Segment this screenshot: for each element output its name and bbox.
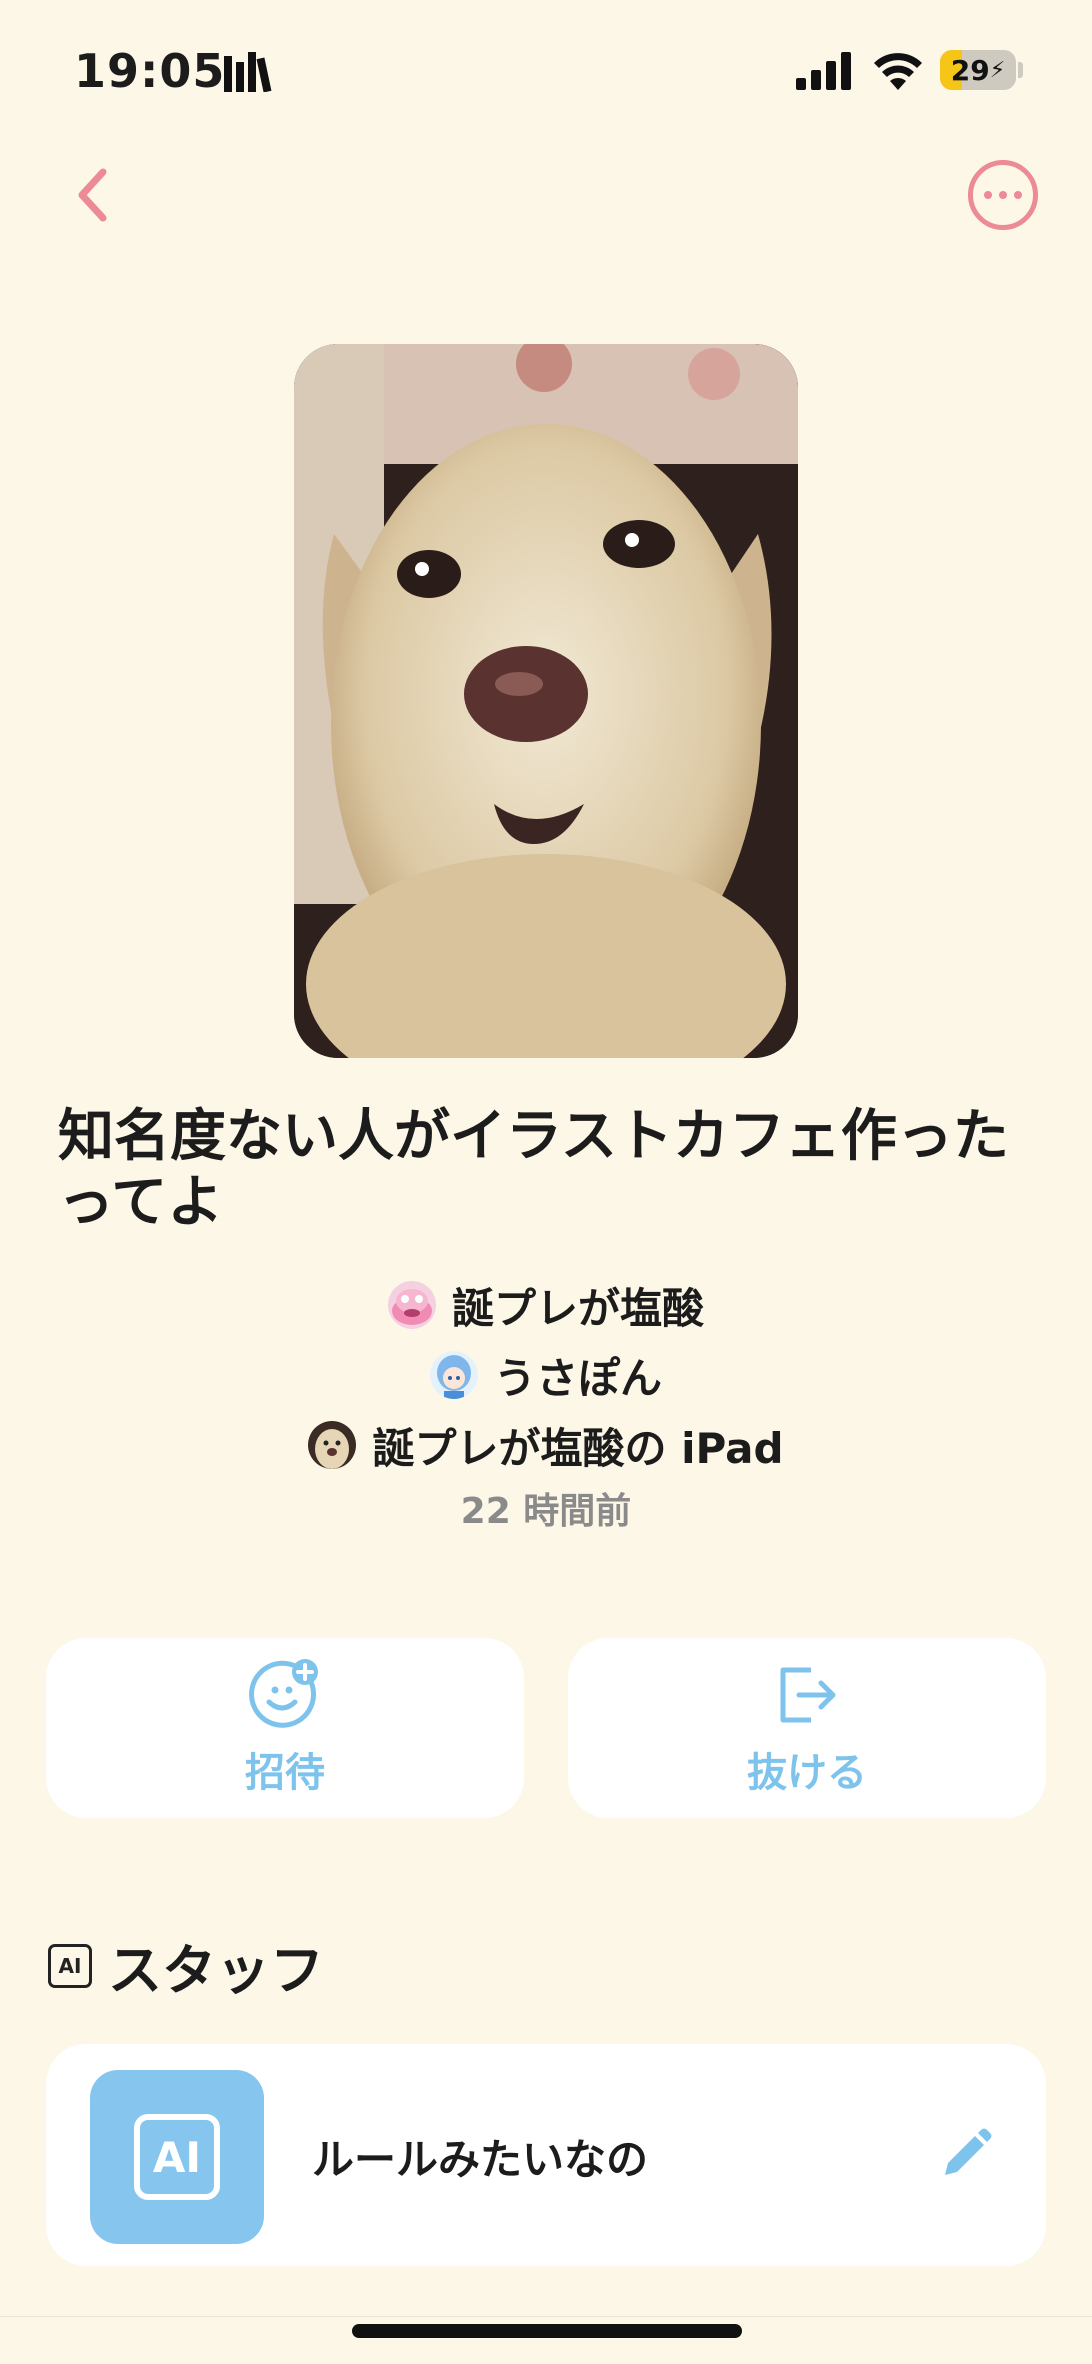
ellipsis-circle-icon [984, 191, 992, 199]
battery-tip [1018, 62, 1023, 78]
home-indicator[interactable] [352, 2324, 742, 2338]
section-title: スタッフ [108, 1939, 324, 2002]
edit-button[interactable] [930, 2120, 1000, 2190]
updated-time: 22 時間前 [460, 1491, 632, 1532]
battery-indicator: 29 ⚡ [940, 50, 1016, 90]
pink-creature-avatar [387, 1281, 436, 1329]
ai-icon: AI [48, 1943, 92, 1988]
add-friend-icon [249, 1659, 318, 1728]
member-name: うさぽん [493, 1353, 662, 1403]
blue-hair-character-avatar [429, 1351, 478, 1399]
invite-label: 招待 [245, 1750, 325, 1796]
staff-name: ルールみたいなの [312, 2135, 649, 2184]
ellipsis-dot [1014, 191, 1022, 199]
member-name: 誕プレが塩酸の iPad [372, 1423, 784, 1473]
chevron-left-icon [78, 168, 107, 222]
pencil-icon [945, 2128, 992, 2175]
leave-button[interactable]: 抜ける [568, 1638, 1046, 1818]
bottom-divider [0, 2316, 1092, 2317]
status-bar: 19:05 29 ⚡ [0, 0, 1092, 140]
staff-avatar: AI [90, 2070, 264, 2244]
books-icon [224, 52, 272, 92]
status-time: 19:05 [74, 44, 226, 98]
staff-section-header: AI スタッフ [48, 1926, 324, 2005]
member-list: 誕プレが塩酸 うさぽん 誕プレが塩酸の iPad 22 時間前 [0, 1270, 1092, 1534]
member-item[interactable]: 誕プレが塩酸の iPad [308, 1410, 784, 1480]
dog-photo-image [294, 344, 798, 1058]
member-name: 誕プレが塩酸 [451, 1283, 704, 1333]
group-title: 知名度ない人がイラストカフェ作ったってよ [58, 1104, 1009, 1235]
wifi-icon [874, 53, 922, 90]
member-item[interactable]: 誕プレが塩酸 [387, 1270, 704, 1340]
invite-button[interactable]: 招待 [46, 1638, 524, 1818]
exit-icon [780, 1667, 836, 1723]
battery-label: 29 ⚡ [950, 53, 1006, 87]
ai-icon: AI [134, 2114, 220, 2200]
dog-avatar [308, 1421, 357, 1469]
ellipsis-dot [999, 191, 1007, 199]
staff-item[interactable]: AI ルールみたいなの [46, 2044, 1046, 2266]
group-photo[interactable] [294, 344, 798, 1058]
member-item[interactable]: うさぽん [429, 1340, 662, 1410]
more-options-button[interactable] [968, 160, 1038, 230]
signal-icon [796, 52, 851, 90]
leave-label: 抜ける [747, 1750, 867, 1796]
back-button[interactable] [62, 160, 122, 230]
